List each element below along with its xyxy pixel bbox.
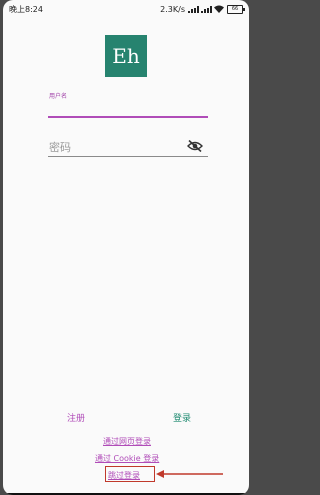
status-time: 晚上8:24: [9, 4, 43, 14]
login-button[interactable]: 登录: [173, 411, 191, 424]
app-logo: Eh: [105, 35, 147, 77]
network-speed: 2.3K/s: [160, 4, 185, 14]
status-icons: 2.3K/s 66: [160, 4, 245, 14]
signal-icon: [188, 5, 199, 13]
username-underline: [48, 116, 208, 118]
password-underline: [48, 156, 208, 157]
web-login-link[interactable]: 通过网页登录: [103, 436, 151, 447]
register-button[interactable]: 注册: [67, 411, 85, 424]
cookie-login-link[interactable]: 通过 Cookie 登录: [95, 453, 159, 464]
logo-text: Eh: [112, 44, 140, 68]
username-input[interactable]: [48, 100, 208, 116]
visibility-off-icon[interactable]: [187, 140, 203, 152]
battery-icon: 66: [227, 4, 245, 14]
phone-screen: 晚上8:24 2.3K/s 66 Eh 用户名 密码 注册 登录 通过网页登录: [3, 0, 249, 495]
username-label: 用户名: [49, 93, 68, 100]
signal-icon: [201, 5, 212, 13]
annotation-arrow-icon: [156, 470, 223, 478]
password-placeholder: 密码: [49, 141, 71, 154]
status-bar: 晚上8:24 2.3K/s 66: [3, 0, 249, 18]
annotation-highlight-box: [105, 466, 155, 482]
battery-level: 66: [231, 5, 239, 12]
wifi-icon: [214, 5, 224, 13]
